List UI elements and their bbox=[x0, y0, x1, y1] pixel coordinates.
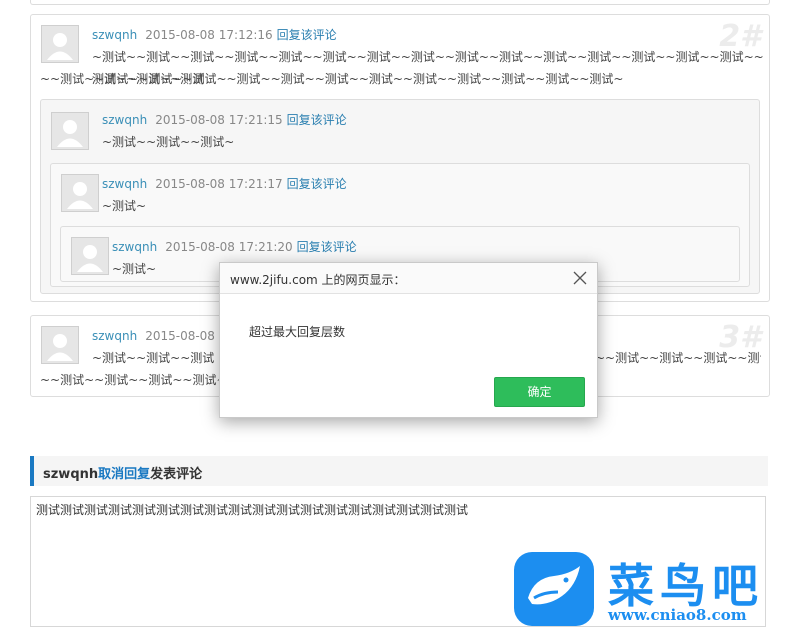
bird-logo-icon bbox=[514, 552, 594, 626]
form-username: szwqnh bbox=[43, 467, 99, 482]
dialog-header: www.2jifu.com 上的网页显示： bbox=[220, 263, 597, 294]
cancel-reply-link[interactable]: 取消回复 bbox=[98, 467, 150, 482]
dialog-message: 超过最大回复层数 bbox=[249, 325, 346, 339]
reply-link[interactable]: 回复该评论 bbox=[277, 28, 337, 42]
comment-form-header: szwqnh取消回复发表评论 bbox=[30, 456, 768, 486]
ok-button[interactable]: 确定 bbox=[494, 377, 585, 407]
watermark: 菜鸟吧 www.cniao8.com bbox=[514, 548, 799, 634]
comment-meta: szwqnh 2015-08-08 17:21:20 回复该评论 bbox=[112, 239, 357, 255]
alert-dialog: www.2jifu.com 上的网页显示： 超过最大回复层数 确定 bbox=[219, 262, 598, 418]
form-title-text: 发表评论 bbox=[150, 467, 203, 482]
dialog-title: www.2jifu.com 上的网页显示： bbox=[230, 273, 406, 287]
comment-username[interactable]: szwqnh bbox=[112, 240, 157, 254]
close-icon[interactable] bbox=[571, 269, 589, 287]
comment-time: 2015-08-08 17:21:15 bbox=[155, 113, 283, 127]
comment-meta: szwqnh 2015-08-08 17:21:17 回复该评论 bbox=[102, 176, 347, 192]
comment-time: 2015-08-08 17:12:16 bbox=[145, 28, 273, 42]
comment-username[interactable]: szwqnh bbox=[102, 113, 147, 127]
avatar[interactable] bbox=[51, 112, 89, 150]
previous-comment-bottom bbox=[30, 0, 770, 5]
comment-form-title: szwqnh取消回复发表评论 bbox=[43, 463, 202, 482]
reply-link[interactable]: 回复该评论 bbox=[287, 177, 347, 191]
reply-link[interactable]: 回复该评论 bbox=[297, 240, 357, 254]
comment-text-line: ~~测试~~测试~~测试~~测试~~测试~~测试~~测试~~测试~~测试~~测试… bbox=[40, 72, 624, 86]
comment-floor-2: 2# szwqnh 2015-08-08 17:12:16 回复该评论 ~测试~~测… bbox=[30, 14, 770, 302]
comment-text: ~测试~ bbox=[102, 199, 147, 213]
comment-username[interactable]: szwqnh bbox=[92, 28, 137, 42]
comment-text-line: ~测试~~测试~~测试 bbox=[92, 351, 215, 365]
comment-time: 2015-08-08 17:21:20 bbox=[165, 240, 293, 254]
comment-meta: szwqnh 2015-08-08 1 bbox=[92, 328, 226, 344]
comment-meta: szwqnh 2015-08-08 17:12:16 回复该评论 bbox=[92, 27, 337, 43]
comment-time: 2015-08-08 1 bbox=[145, 329, 227, 343]
comment-text: ~测试~~测试~~测试~ bbox=[102, 135, 235, 149]
avatar[interactable] bbox=[71, 237, 109, 275]
avatar[interactable] bbox=[41, 326, 79, 364]
comment-username[interactable]: szwqnh bbox=[92, 329, 137, 343]
reply-link[interactable]: 回复该评论 bbox=[287, 113, 347, 127]
avatar[interactable] bbox=[61, 174, 99, 212]
comment-meta: szwqnh 2015-08-08 17:21:15 回复该评论 bbox=[102, 112, 347, 128]
avatar[interactable] bbox=[41, 25, 79, 63]
watermark-url: www.cniao8.com bbox=[608, 606, 747, 624]
comment-username[interactable]: szwqnh bbox=[102, 177, 147, 191]
comment-time: 2015-08-08 17:21:17 bbox=[155, 177, 283, 191]
comment-text: ~测试~ bbox=[112, 262, 157, 276]
comment-text-line: ~~测试~~测试~~测试~~测试~~测试~~测试 bbox=[595, 351, 761, 365]
